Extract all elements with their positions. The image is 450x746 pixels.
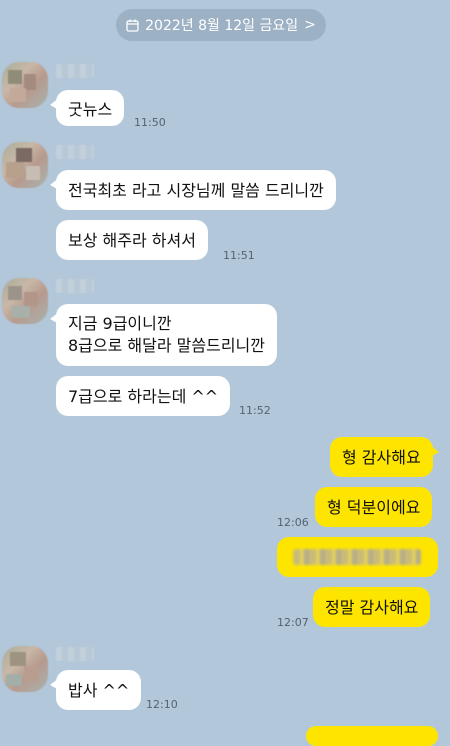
message-bubble[interactable]: 정말 감사해요	[313, 587, 431, 627]
message-time: 12:06	[277, 516, 309, 529]
calendar-icon	[126, 19, 139, 32]
avatar[interactable]	[2, 142, 48, 188]
message-bubble[interactable]	[277, 537, 438, 577]
date-label: 2022년 8월 12일 금요일	[145, 18, 299, 34]
date-divider[interactable]: 2022년 8월 12일 금요일 >	[116, 9, 326, 41]
message-time: 11:52	[239, 404, 271, 417]
message-bubble[interactable]: 형 덕분이에요	[315, 487, 433, 527]
message-bubble[interactable]: 형 감사해요	[330, 437, 439, 477]
sender-name	[56, 145, 94, 159]
sender-name	[56, 279, 94, 293]
message-bubble[interactable]: 굿뉴스	[49, 90, 125, 126]
avatar[interactable]	[2, 646, 48, 692]
blurred-message-text	[293, 549, 421, 565]
message-time: 12:07	[277, 616, 309, 629]
message-time: 11:50	[134, 116, 166, 129]
message-time: 11:51	[223, 249, 255, 262]
message-bubble[interactable]	[306, 726, 438, 746]
sender-name	[56, 647, 94, 661]
message-bubble[interactable]: 밥사 ^^	[49, 670, 142, 710]
message-bubble[interactable]: 7급으로 하라는데 ^^	[56, 376, 231, 416]
message-bubble[interactable]: 보상 해주라 하셔서	[56, 220, 208, 260]
avatar[interactable]	[2, 62, 48, 108]
chevron-right-icon: >	[304, 17, 316, 33]
avatar[interactable]	[2, 278, 48, 324]
message-bubble[interactable]: 지금 9급이니깐 8급으로 해달라 말씀드리니깐	[50, 304, 277, 366]
message-time: 12:10	[146, 698, 178, 711]
sender-name	[56, 64, 94, 78]
message-bubble[interactable]: 전국최초 라고 시장님께 말씀 드리니깐	[50, 170, 336, 210]
